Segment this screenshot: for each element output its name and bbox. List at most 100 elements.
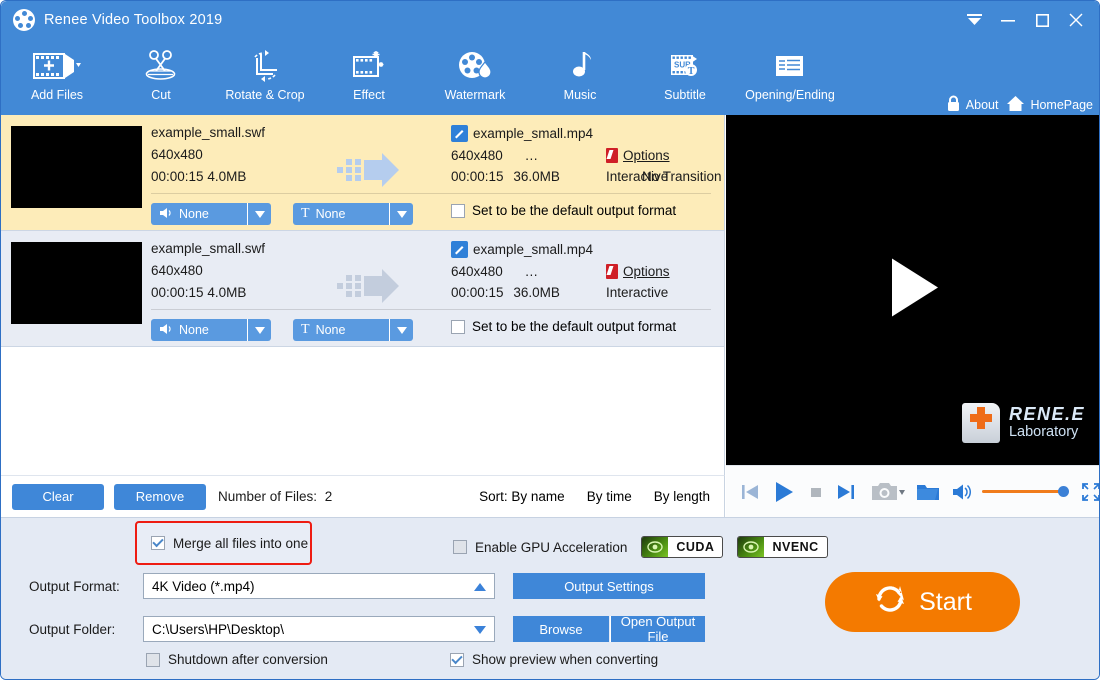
default-output-format-checkbox[interactable]: Set to be the default output format — [451, 203, 676, 218]
folder-icon[interactable] — [916, 482, 940, 502]
source-filename: example_small.swf — [151, 241, 265, 256]
checkbox-box — [151, 536, 165, 550]
lock-icon — [946, 95, 961, 115]
title-bar: Renee Video Toolbox 2019 — [1, 1, 1100, 39]
skip-next-icon[interactable] — [836, 482, 856, 502]
stop-icon[interactable] — [809, 485, 823, 499]
volume-slider[interactable] — [982, 490, 1064, 493]
sort-by-name[interactable]: Sort: By name — [479, 489, 565, 504]
subtitle-track-selector[interactable]: T None — [293, 319, 413, 341]
subtitle-track-selector[interactable]: T None — [293, 203, 413, 225]
file-list[interactable]: example_small.swf 640x480 00:00:15 4.0MB — [1, 115, 725, 475]
output-folder-select[interactable]: C:\Users\HP\Desktop\ — [143, 616, 495, 642]
skip-previous-icon[interactable] — [740, 482, 760, 502]
text-t-icon: T — [301, 322, 310, 338]
clear-button[interactable]: Clear — [12, 484, 104, 510]
sort-option-by-name[interactable]: By name — [511, 489, 564, 504]
start-button[interactable]: Start — [825, 572, 1020, 632]
watermark-line-1: RENE.E — [1009, 405, 1085, 424]
volume-button[interactable] — [952, 483, 972, 501]
collapse-button[interactable] — [957, 5, 991, 35]
play-icon[interactable] — [774, 481, 794, 503]
options-link[interactable]: Options — [606, 148, 670, 163]
audio-track-selector[interactable]: None — [151, 203, 271, 225]
reel-droplet-icon — [455, 45, 495, 87]
show-preview-label: Show preview when converting — [472, 652, 658, 667]
gpu-acceleration-checkbox[interactable]: Enable GPU Acceleration — [453, 540, 627, 555]
nvenc-badge[interactable]: NVENC — [737, 536, 827, 558]
output-format-select[interactable]: 4K Video (*.mp4) — [143, 573, 495, 599]
browse-button[interactable]: Browse — [513, 616, 609, 642]
toolbar-corner-links: About HomePage — [946, 95, 1093, 115]
big-play-icon[interactable] — [886, 257, 942, 324]
toolbar-item-watermark[interactable]: Watermark — [419, 45, 531, 113]
merge-files-checkbox[interactable]: Merge all files into one — [151, 536, 308, 551]
fullscreen-icon[interactable] — [1081, 482, 1100, 502]
caret-up-icon[interactable] — [474, 579, 486, 594]
remove-button[interactable]: Remove — [114, 484, 206, 510]
audio-track-label: None — [179, 207, 209, 221]
toolbar-item-add-files[interactable]: Add Files — [1, 45, 113, 113]
output-status: Interactive — [606, 285, 668, 300]
watermark-line-2: Laboratory — [1009, 424, 1085, 441]
svg-text:T: T — [688, 66, 695, 77]
minimize-button[interactable] — [991, 5, 1025, 35]
output-settings-button[interactable]: Output Settings — [513, 573, 705, 599]
mp4-edit-icon — [451, 241, 468, 258]
sort-option-by-time[interactable]: By time — [587, 489, 632, 504]
toolbar-item-rotate-crop[interactable]: Rotate & Crop — [209, 45, 321, 113]
source-resolution: 640x480 — [151, 147, 265, 162]
film-reel-icon — [13, 9, 35, 31]
caret-down-icon[interactable] — [474, 622, 486, 637]
player-controls — [726, 465, 1100, 517]
options-link[interactable]: Options — [606, 264, 670, 279]
file-count-value: 2 — [325, 489, 333, 504]
sort-option-by-length[interactable]: By length — [654, 489, 710, 504]
chevron-down-icon[interactable] — [389, 203, 413, 225]
subtitle-track-label: None — [316, 207, 346, 221]
output-filename: example_small.mp4 — [473, 126, 593, 141]
open-output-file-button[interactable]: Open Output File — [610, 616, 705, 642]
music-note-icon — [560, 45, 600, 87]
toolbar-item-effect[interactable]: Effect — [313, 45, 425, 113]
toolbar-item-opening-ending[interactable]: Opening/Ending — [734, 45, 846, 113]
gpu-acceleration-group: Enable GPU Acceleration CUDA NVENC — [453, 536, 828, 558]
chevron-down-icon[interactable] — [389, 319, 413, 341]
volume-slider-knob[interactable] — [1058, 486, 1069, 497]
scissors-icon — [141, 45, 181, 87]
table-row[interactable]: example_small.swf 640x480 00:00:15 4.0MB — [1, 115, 725, 231]
toolbar-label-music: Music — [564, 88, 597, 102]
toolbar-item-music[interactable]: Music — [524, 45, 636, 113]
camera-icon[interactable] — [871, 481, 905, 503]
output-ellipsis: … — [525, 148, 539, 163]
output-resolution: 640x480 — [451, 264, 503, 279]
nvenc-label: NVENC — [764, 540, 826, 554]
output-format-value: 4K Video (*.mp4) — [152, 579, 474, 594]
document-lines-icon — [770, 45, 810, 87]
speaker-icon — [159, 323, 173, 338]
audio-track-selector[interactable]: None — [151, 319, 271, 341]
close-button[interactable] — [1059, 5, 1093, 35]
show-preview-checkbox[interactable]: Show preview when converting — [450, 652, 658, 667]
sort-label: Sort: — [479, 489, 508, 504]
shutdown-after-conversion-checkbox[interactable]: Shutdown after conversion — [146, 652, 328, 667]
video-preview[interactable]: RENE.E Laboratory — [726, 115, 1100, 465]
toolbar-item-cut[interactable]: Cut — [105, 45, 217, 113]
dotted-arrow-right-icon — [337, 153, 407, 192]
default-output-format-checkbox[interactable]: Set to be the default output format — [451, 319, 676, 334]
maximize-button[interactable] — [1025, 5, 1059, 35]
options-label: Options — [623, 148, 670, 163]
homepage-link[interactable]: HomePage — [1006, 95, 1093, 115]
cuda-badge[interactable]: CUDA — [641, 536, 723, 558]
file-count: Number of Files: 2 — [218, 489, 332, 504]
sort-controls: Sort: By name By time By length — [479, 489, 710, 504]
table-row[interactable]: example_small.swf 640x480 00:00:15 4.0MB — [1, 231, 725, 347]
rotate-crop-icon — [245, 45, 285, 87]
toolbar-label-effect: Effect — [353, 88, 385, 102]
about-link[interactable]: About — [946, 95, 999, 115]
audio-track-label: None — [179, 323, 209, 337]
toolbar-item-subtitle[interactable]: SUB T Subtitle — [629, 45, 741, 113]
chevron-down-icon[interactable] — [247, 319, 271, 341]
chevron-down-icon[interactable] — [247, 203, 271, 225]
nvidia-eye-icon — [642, 537, 668, 557]
